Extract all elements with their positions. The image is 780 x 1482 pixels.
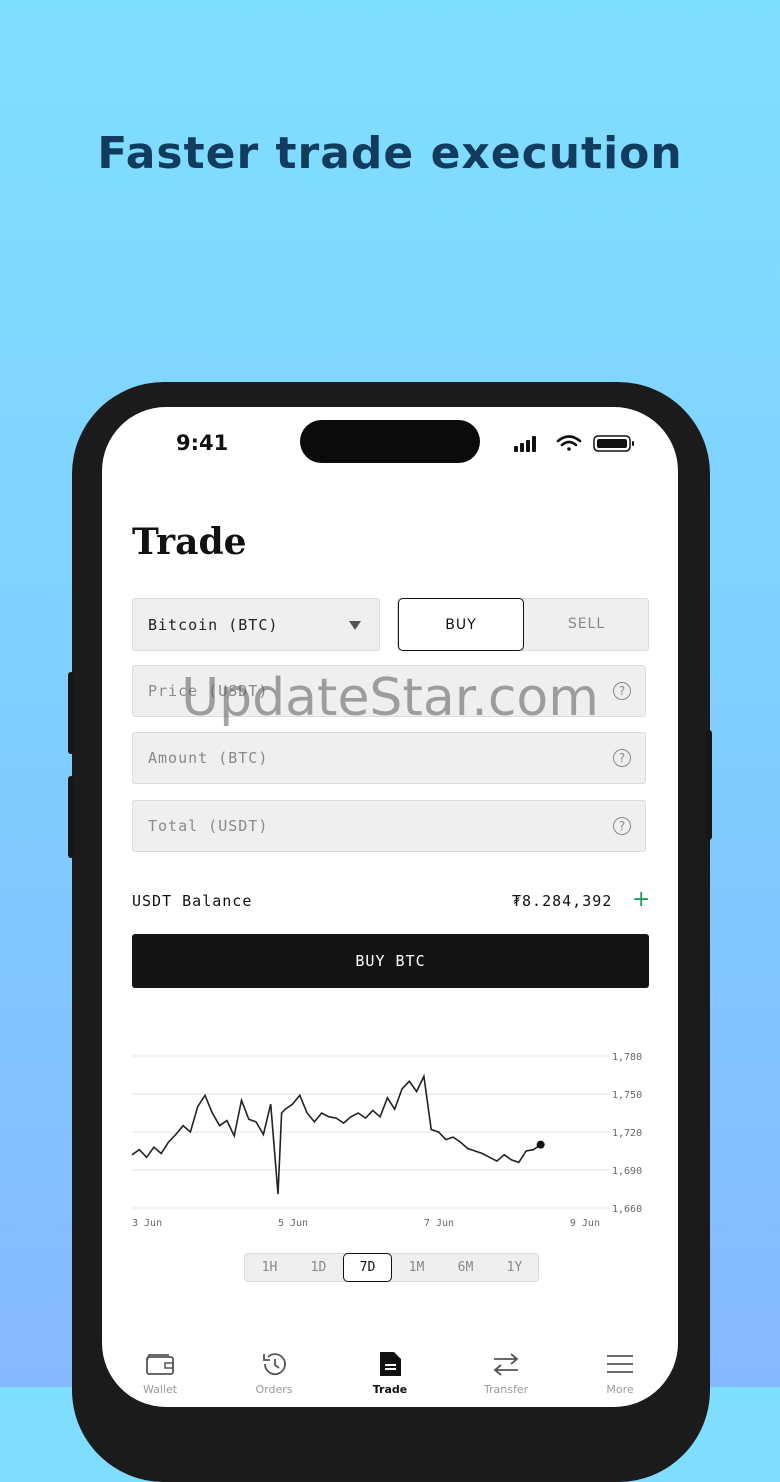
range-selector: 1H 1D 7D 1M 6M 1Y bbox=[244, 1253, 539, 1282]
status-icons bbox=[514, 435, 634, 452]
range-1m[interactable]: 1M bbox=[392, 1254, 441, 1281]
phone-side-button bbox=[706, 730, 712, 840]
nav-wallet[interactable]: Wallet bbox=[120, 1347, 200, 1407]
balance-label: USDT Balance bbox=[132, 892, 253, 910]
bottom-nav: Wallet Orders Trade Transfer More bbox=[102, 1347, 678, 1407]
buy-btc-button[interactable]: BUY BTC bbox=[132, 934, 649, 988]
range-1y[interactable]: 1Y bbox=[490, 1254, 539, 1281]
signal-icon bbox=[514, 436, 536, 452]
amount-placeholder: Amount (BTC) bbox=[148, 749, 269, 767]
document-icon bbox=[380, 1352, 401, 1376]
x-tick-label: 5 Jun bbox=[278, 1218, 308, 1229]
buy-tab[interactable]: BUY bbox=[398, 598, 524, 651]
price-chart: 1,780 1,750 1,720 1,690 1,660 3 Jun 5 Jun 7 Ju… bbox=[102, 1042, 678, 1232]
range-7d[interactable]: 7D bbox=[343, 1253, 392, 1282]
price-chart-svg: 1,780 1,750 1,720 1,690 1,660 3 Jun 5 Jun 7 Ju… bbox=[131, 1052, 642, 1229]
y-tick-label: 1,660 bbox=[612, 1204, 642, 1215]
x-tick-label: 3 Jun bbox=[132, 1218, 162, 1229]
dynamic-island bbox=[300, 420, 480, 463]
help-icon[interactable]: ? bbox=[613, 749, 631, 767]
page-title: Trade bbox=[132, 521, 247, 563]
nav-transfer-label: Transfer bbox=[483, 1383, 529, 1396]
range-6m[interactable]: 6M bbox=[441, 1254, 490, 1281]
add-funds-icon[interactable]: + bbox=[632, 887, 650, 912]
x-tick-label: 9 Jun bbox=[570, 1218, 600, 1229]
phone-screen: 9:41 Trade Bitcoin (BTC) BUY SELL Price … bbox=[102, 407, 678, 1407]
last-price-point bbox=[536, 1140, 545, 1149]
nav-transfer[interactable]: Transfer bbox=[466, 1347, 546, 1407]
transfer-icon bbox=[493, 1353, 519, 1376]
y-tick-label: 1,750 bbox=[612, 1090, 642, 1101]
total-placeholder: Total (USDT) bbox=[148, 817, 269, 835]
y-tick-label: 1,780 bbox=[612, 1052, 642, 1063]
sell-tab[interactable]: SELL bbox=[524, 599, 649, 650]
nav-orders-label: Orders bbox=[255, 1383, 293, 1396]
range-1d[interactable]: 1D bbox=[294, 1254, 343, 1281]
battery-icon bbox=[593, 435, 634, 452]
balance-value: ₮8.284,392 bbox=[512, 892, 613, 910]
total-input[interactable]: Total (USDT) ? bbox=[132, 800, 646, 852]
range-1h[interactable]: 1H bbox=[245, 1254, 294, 1281]
help-icon[interactable]: ? bbox=[613, 817, 631, 835]
chevron-down-icon bbox=[349, 621, 361, 630]
promo-headline: Faster trade execution bbox=[97, 128, 683, 179]
wifi-icon bbox=[556, 435, 582, 451]
nav-more[interactable]: More bbox=[580, 1347, 660, 1407]
amount-input[interactable]: Amount (BTC) ? bbox=[132, 732, 646, 784]
watermark-text: UpdateStar.com bbox=[181, 668, 599, 728]
nav-trade[interactable]: Trade bbox=[350, 1347, 430, 1407]
nav-trade-label: Trade bbox=[372, 1383, 408, 1396]
pair-select[interactable]: Bitcoin (BTC) bbox=[132, 598, 380, 651]
status-time: 9:41 bbox=[176, 431, 229, 455]
wallet-icon bbox=[146, 1354, 174, 1375]
phone-side-button bbox=[68, 776, 74, 858]
x-tick-label: 7 Jun bbox=[424, 1218, 454, 1229]
pair-select-value: Bitcoin (BTC) bbox=[148, 616, 279, 634]
y-tick-label: 1,720 bbox=[612, 1128, 642, 1139]
y-tick-label: 1,690 bbox=[612, 1166, 642, 1177]
nav-wallet-label: Wallet bbox=[142, 1383, 178, 1396]
menu-icon bbox=[607, 1355, 633, 1373]
nav-orders[interactable]: Orders bbox=[234, 1347, 314, 1407]
nav-more-label: More bbox=[606, 1383, 634, 1396]
buy-sell-toggle: BUY SELL bbox=[397, 598, 649, 651]
history-icon bbox=[263, 1353, 286, 1376]
